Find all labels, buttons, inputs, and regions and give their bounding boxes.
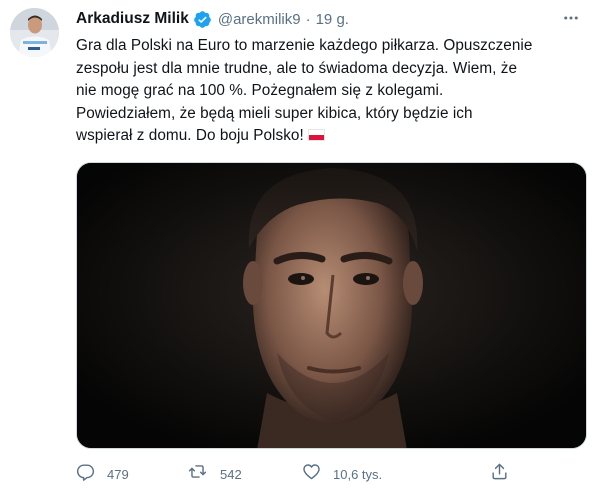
author-handle[interactable]: @arekmilik9 [218,11,301,28]
poland-flag-emoji [307,129,325,141]
like-icon[interactable] [302,462,321,486]
reply-count: 479 [107,466,129,482]
tweet-header: Arkadiusz Milik @arekmilik9 · 19 g. [76,8,587,30]
author-avatar[interactable] [10,8,59,57]
more-icon[interactable] [559,6,583,30]
reply-button[interactable]: 479 [76,460,129,488]
retweet-icon[interactable] [187,462,208,486]
share-button[interactable] [490,460,509,488]
retweet-button[interactable]: 542 [187,460,242,488]
tweet-text-line: wspierał z domu. Do boju Polsko! [76,127,304,144]
header-separator: · [305,10,311,28]
retweet-count: 542 [220,466,242,482]
author-name[interactable]: Arkadiusz Milik [76,10,189,28]
verified-badge-icon [193,10,212,29]
share-icon[interactable] [490,462,509,486]
tweet-text-line-last: wspierał z domu. Do boju Polsko! [76,125,588,148]
tweet-timestamp[interactable]: 19 g. [316,11,349,28]
like-button[interactable]: 10,6 tys. [302,460,382,488]
tweet-text-line: nie mogę grać na 100 %. Pożegnałem się z… [76,82,444,99]
tweet-text: Gra dla Polski na Euro to marzenie każde… [76,35,588,148]
like-count: 10,6 tys. [333,466,383,482]
tweet-text-line: Gra dla Polski na Euro to marzenie każde… [76,37,533,54]
tweet-text-line: Powiedziałem, że będą mieli super kibica… [76,104,473,122]
tweet-text-line: zespołu jest dla mnie trudne, ale to świ… [76,59,518,77]
reply-icon[interactable] [76,462,95,486]
tweet-card[interactable]: Arkadiusz Milik @arekmilik9 · 19 g. Gra … [0,0,599,503]
tweet-actions: 479 542 10,6 tys. [76,460,516,488]
tweet-photo[interactable] [76,162,587,449]
